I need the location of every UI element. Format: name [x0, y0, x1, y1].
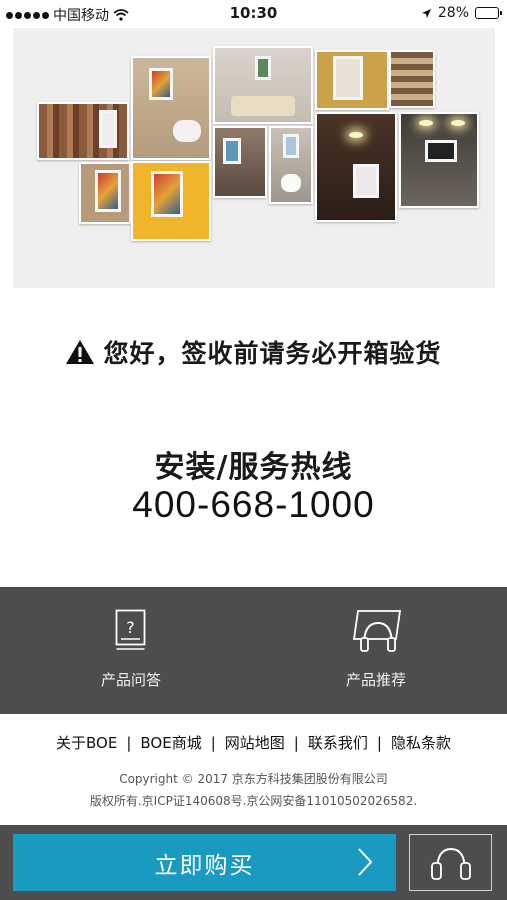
- gallery-photo-yellow-wall: [131, 161, 211, 241]
- buy-now-label: 立即购买: [154, 852, 255, 879]
- service-bar: ? 产品问答 产品推荐: [0, 587, 507, 714]
- footer-link-about[interactable]: 关于BOE: [56, 732, 117, 753]
- signal-dots-icon: [6, 11, 49, 19]
- warning-text: 您好，签收前请务必开箱验货: [103, 339, 442, 368]
- footer-link-store[interactable]: BOE商城: [140, 732, 201, 753]
- status-right: 28%: [421, 5, 502, 21]
- wifi-icon: [113, 9, 129, 21]
- gallery-photo-dark-room: [315, 112, 397, 222]
- unboxing-warning: 您好，签收前请务必开箱验货: [0, 334, 507, 370]
- svg-text:?: ?: [126, 618, 135, 637]
- warning-triangle-icon: [66, 340, 95, 364]
- gallery-photo-office: [399, 112, 479, 208]
- footer-link-sitemap[interactable]: 网站地图: [225, 732, 285, 753]
- product-qa-label: 产品问答: [100, 671, 161, 689]
- icp-license-line: 版权所有.京ICP证140608号.京公网安备11010502026582.: [89, 794, 418, 808]
- gallery-photo-lady-portrait: [315, 50, 389, 110]
- carrier-name: 中国移动: [53, 8, 109, 24]
- gallery-photo-bookshelf: [389, 50, 435, 108]
- chevron-right-icon: [358, 848, 373, 876]
- product-gallery-banner[interactable]: [13, 28, 495, 288]
- bottom-action-bar: 立即购买: [0, 825, 507, 900]
- location-arrow-icon: [421, 8, 431, 18]
- hotline-number[interactable]: 400-668-1000: [0, 484, 507, 526]
- footer-link-contact[interactable]: 联系我们: [308, 732, 368, 753]
- footer-links: 关于BOE | BOE商城 | 网站地图 | 联系我们 | 隐私条款: [0, 732, 507, 753]
- footer-separator: |: [376, 733, 382, 752]
- footer-separator: |: [293, 733, 299, 752]
- headphones-screen-icon: [352, 610, 402, 652]
- product-recommend-label: 产品推荐: [345, 671, 406, 689]
- buy-now-button[interactable]: 立即购买: [13, 834, 396, 891]
- footer-link-privacy[interactable]: 隐私条款: [391, 732, 451, 753]
- battery-icon: [475, 7, 502, 19]
- gallery-photo-white-chair: [269, 126, 313, 204]
- gallery-photo-living-chair: [131, 56, 211, 160]
- footer-separator: |: [210, 733, 216, 752]
- status-bar: 中国移动 10:30 28%: [0, 0, 507, 28]
- copyright-block: Copyright © 2017 京东方科技集团股份有限公司 版权所有.京ICP…: [0, 768, 507, 812]
- product-qa-button[interactable]: ? 产品问答: [31, 587, 231, 714]
- battery-percent: 28%: [437, 5, 469, 21]
- customer-service-button[interactable]: [409, 834, 492, 891]
- gallery-photo-wall-art: [79, 162, 131, 224]
- headset-icon: [430, 847, 471, 880]
- product-recommend-button[interactable]: 产品推荐: [276, 587, 476, 714]
- footer-separator: |: [126, 733, 132, 752]
- hotline-title: 安装/服务热线: [154, 450, 353, 485]
- document-question-icon: ?: [115, 609, 146, 650]
- copyright-line: Copyright © 2017 京东方科技集团股份有限公司: [119, 772, 388, 786]
- gallery-photo-dining: [213, 126, 267, 198]
- gallery-photo-sofa-room: [213, 46, 313, 124]
- gallery-photo-wood-wall: [37, 102, 129, 160]
- status-left: 中国移动: [6, 5, 129, 25]
